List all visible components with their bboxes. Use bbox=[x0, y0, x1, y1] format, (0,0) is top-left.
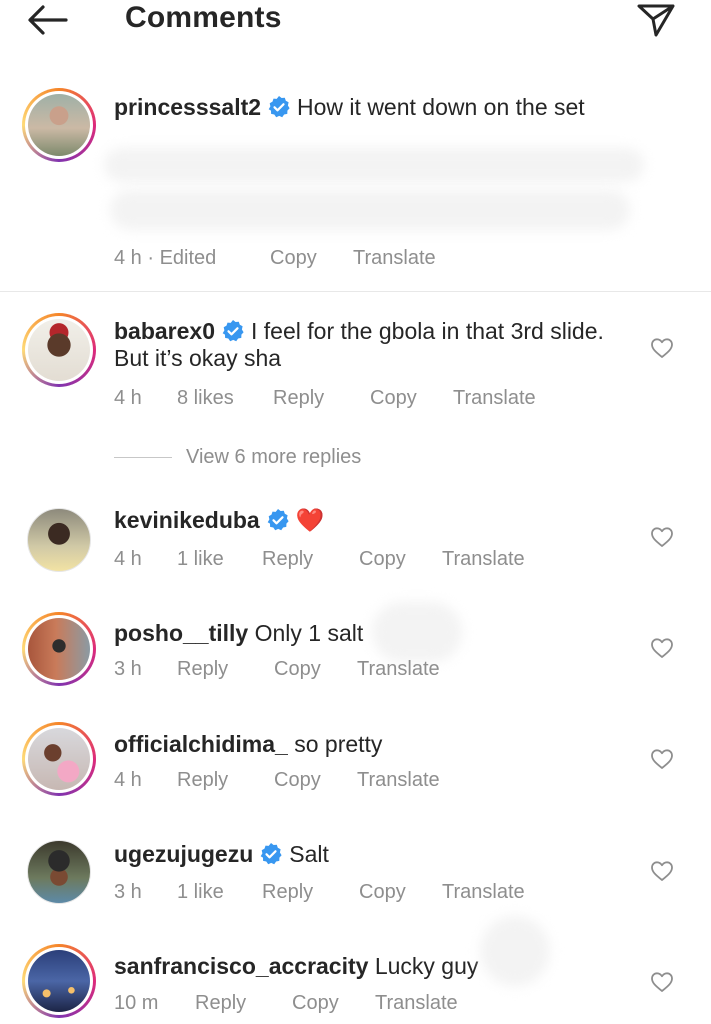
translate-button[interactable]: Translate bbox=[375, 992, 458, 1015]
copy-button[interactable]: Copy bbox=[270, 247, 317, 270]
comment-username[interactable]: kevinikeduba bbox=[114, 507, 260, 533]
copy-button[interactable]: Copy bbox=[292, 992, 339, 1015]
comment-text-block: sanfrancisco_accracity Lucky guy bbox=[114, 953, 634, 980]
reply-button[interactable]: Reply bbox=[177, 769, 228, 792]
reply-button[interactable]: Reply bbox=[273, 387, 324, 410]
copy-button[interactable]: Copy bbox=[359, 881, 406, 904]
view-more-replies-button[interactable]: View 6 more replies bbox=[114, 446, 414, 472]
copy-button[interactable]: Copy bbox=[370, 387, 417, 410]
comment-time: 4 h bbox=[114, 769, 142, 791]
comment-username[interactable]: princesssalt2 bbox=[114, 94, 261, 120]
translate-button[interactable]: Translate bbox=[353, 247, 436, 270]
comment-item: babarex0 I feel for the gbola in that 3rd… bbox=[0, 312, 711, 412]
verified-badge-icon bbox=[267, 509, 289, 531]
redacted-area bbox=[480, 916, 550, 986]
reply-button[interactable]: Reply bbox=[262, 881, 313, 904]
comment-text-block: babarex0 I feel for the gbola in that 3rd… bbox=[114, 318, 634, 372]
verified-badge-icon bbox=[268, 96, 290, 118]
translate-button[interactable]: Translate bbox=[442, 881, 525, 904]
comment-text-block: officialchidima_ so pretty bbox=[114, 731, 634, 758]
likes-count[interactable]: 1 like bbox=[177, 881, 224, 904]
likes-count[interactable]: 1 like bbox=[177, 548, 224, 571]
comment-time: 4 h · Edited bbox=[114, 247, 217, 269]
translate-button[interactable]: Translate bbox=[357, 658, 440, 681]
comment-body: Only 1 salt bbox=[254, 620, 364, 646]
redacted-area bbox=[372, 602, 462, 662]
comment-username[interactable]: ugezujugezu bbox=[114, 841, 253, 867]
redacted-area bbox=[104, 148, 644, 182]
heart-outline-icon[interactable] bbox=[650, 337, 674, 359]
comment-body: Salt bbox=[289, 841, 329, 867]
comment-item: sanfrancisco_accracity Lucky guy 10 m Re… bbox=[0, 916, 711, 1024]
reply-button[interactable]: Reply bbox=[177, 658, 228, 681]
heart-outline-icon[interactable] bbox=[650, 637, 674, 659]
send-icon[interactable] bbox=[636, 2, 676, 38]
verified-badge-icon bbox=[260, 843, 282, 865]
comment-item: princesssalt2 How it went down on the set… bbox=[0, 86, 711, 286]
heart-outline-icon[interactable] bbox=[650, 860, 674, 882]
comment-text-block: princesssalt2 How it went down on the set bbox=[114, 94, 634, 121]
heart-outline-icon[interactable] bbox=[650, 971, 674, 993]
avatar[interactable] bbox=[22, 612, 96, 686]
comment-body: Lucky guy bbox=[374, 953, 479, 979]
reply-button[interactable]: Reply bbox=[195, 992, 246, 1015]
comment-item: ugezujugezu Salt 3 h 1 like Reply Copy Tr… bbox=[0, 837, 711, 917]
avatar[interactable] bbox=[27, 508, 91, 572]
comment-text-block: kevinikeduba ❤️ bbox=[114, 507, 634, 534]
comment-item: kevinikeduba ❤️ 4 h 1 like Reply Copy Tra… bbox=[0, 505, 711, 585]
likes-count[interactable]: 8 likes bbox=[177, 387, 234, 410]
copy-button[interactable]: Copy bbox=[359, 548, 406, 571]
comment-username[interactable]: posho__tilly bbox=[114, 620, 248, 646]
comment-time: 4 h bbox=[114, 387, 142, 409]
redacted-area bbox=[110, 190, 630, 230]
comment-item: posho__tilly Only 1 salt 3 h Reply Copy … bbox=[0, 602, 711, 692]
comment-time: 3 h bbox=[114, 881, 142, 903]
divider bbox=[0, 291, 711, 292]
comment-time: 4 h bbox=[114, 548, 142, 570]
comment-username[interactable]: sanfrancisco_accracity bbox=[114, 953, 368, 979]
comment-body: ❤️ bbox=[295, 507, 325, 533]
translate-button[interactable]: Translate bbox=[357, 769, 440, 792]
comment-time: 10 m bbox=[114, 992, 159, 1014]
comment-username[interactable]: babarex0 bbox=[114, 318, 215, 344]
comment-username[interactable]: officialchidima_ bbox=[114, 731, 288, 757]
comment-body: so pretty bbox=[294, 731, 383, 757]
divider bbox=[114, 457, 172, 458]
comment-item: officialchidima_ so pretty 4 h Reply Cop… bbox=[0, 722, 711, 802]
comment-time: 3 h bbox=[114, 658, 142, 680]
view-more-replies-label: View 6 more replies bbox=[186, 446, 362, 468]
translate-button[interactable]: Translate bbox=[453, 387, 536, 410]
avatar[interactable] bbox=[22, 722, 96, 796]
avatar[interactable] bbox=[27, 840, 91, 904]
comment-body: How it went down on the set bbox=[297, 94, 585, 120]
avatar[interactable] bbox=[22, 944, 96, 1018]
verified-badge-icon bbox=[222, 320, 244, 342]
heart-outline-icon[interactable] bbox=[650, 748, 674, 770]
reply-button[interactable]: Reply bbox=[262, 548, 313, 571]
comment-text-block: ugezujugezu Salt bbox=[114, 841, 634, 868]
back-arrow-icon[interactable] bbox=[26, 4, 70, 36]
header: Comments bbox=[0, 0, 711, 44]
translate-button[interactable]: Translate bbox=[442, 548, 525, 571]
heart-outline-icon[interactable] bbox=[650, 526, 674, 548]
page-title: Comments bbox=[125, 1, 282, 34]
avatar[interactable] bbox=[22, 88, 96, 162]
copy-button[interactable]: Copy bbox=[274, 658, 321, 681]
copy-button[interactable]: Copy bbox=[274, 769, 321, 792]
avatar[interactable] bbox=[22, 313, 96, 387]
